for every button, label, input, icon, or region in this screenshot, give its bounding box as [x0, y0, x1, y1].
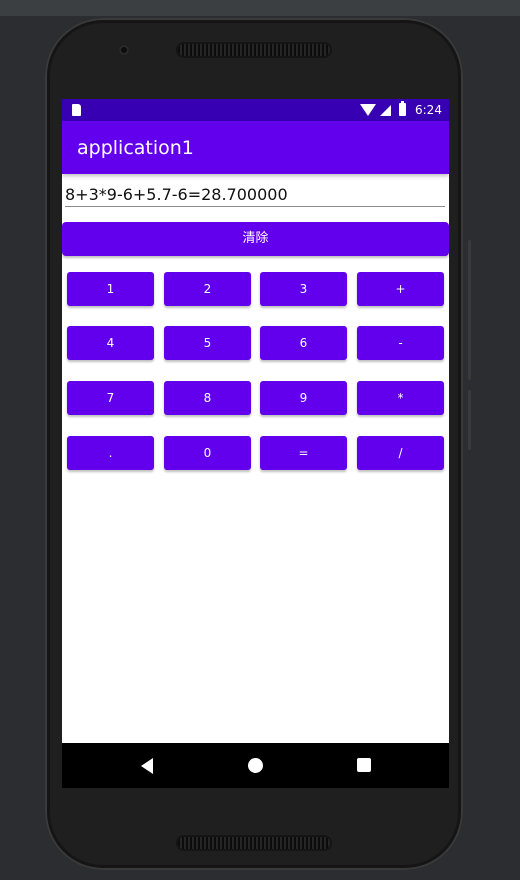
back-icon[interactable] [141, 758, 153, 774]
wifi-icon [360, 104, 376, 116]
status-bar: 6:24 [62, 99, 449, 121]
key-1[interactable]: 1 [67, 272, 154, 306]
recents-icon[interactable] [357, 758, 371, 772]
key-8[interactable]: 8 [164, 381, 251, 415]
key-4[interactable]: 4 [67, 326, 154, 360]
app-title: application1 [77, 137, 194, 159]
key-3[interactable]: 3 [260, 272, 347, 306]
device-screen: 6:24 application1 8+3*9-6+5.7-6=28.70000… [62, 99, 449, 788]
battery-icon [399, 101, 406, 116]
key-multiply[interactable]: * [357, 381, 444, 415]
key-7[interactable]: 7 [67, 381, 154, 415]
navigation-bar [62, 743, 449, 788]
earpiece-speaker [178, 44, 330, 56]
status-time: 6:24 [415, 103, 442, 117]
key-0[interactable]: 0 [164, 436, 251, 470]
key-6[interactable]: 6 [260, 326, 347, 360]
key-plus[interactable]: + [357, 272, 444, 306]
key-divide[interactable]: / [357, 436, 444, 470]
expression-display[interactable]: 8+3*9-6+5.7-6=28.700000 [65, 184, 445, 207]
key-minus[interactable]: - [357, 326, 444, 360]
bottom-speaker [178, 837, 330, 849]
key-9[interactable]: 9 [260, 381, 347, 415]
key-2[interactable]: 2 [164, 272, 251, 306]
key-5[interactable]: 5 [164, 326, 251, 360]
front-camera [119, 45, 129, 55]
volume-button [468, 240, 471, 380]
sd-card-icon [72, 104, 81, 116]
ide-toolbar-strip [0, 0, 520, 16]
clear-button[interactable]: 清除 [62, 222, 449, 256]
home-icon[interactable] [248, 758, 263, 773]
signal-icon [380, 105, 391, 116]
key-equals[interactable]: = [260, 436, 347, 470]
app-bar: application1 [62, 121, 449, 174]
power-button [468, 390, 471, 450]
key-decimal[interactable]: . [67, 436, 154, 470]
